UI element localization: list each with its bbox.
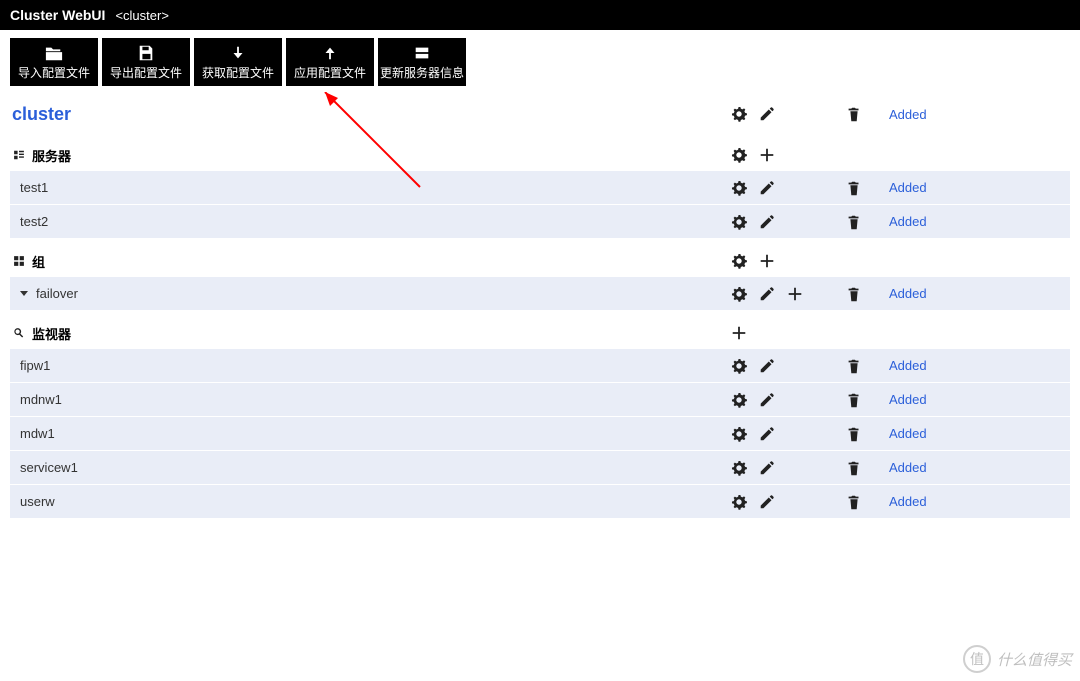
edit-icon[interactable]	[758, 493, 776, 511]
add-icon[interactable]	[786, 285, 804, 303]
monitor-name[interactable]: mdnw1	[10, 392, 730, 407]
groups-section-header: 组	[10, 246, 1070, 276]
settings-icon[interactable]	[730, 425, 748, 443]
monitors-section-header: 监视器	[10, 318, 1070, 348]
server-icon	[412, 44, 432, 62]
status-badge: Added	[889, 180, 927, 195]
edit-icon[interactable]	[758, 179, 776, 197]
settings-icon[interactable]	[730, 459, 748, 477]
status-badge: Added	[889, 107, 927, 122]
monitor-name[interactable]: servicew1	[10, 460, 730, 475]
download-icon	[228, 44, 248, 62]
edit-icon[interactable]	[758, 425, 776, 443]
monitor-name[interactable]: userw	[10, 494, 730, 509]
settings-icon[interactable]	[730, 391, 748, 409]
delete-icon[interactable]	[845, 459, 863, 477]
monitor-row: servicew1 Added	[10, 450, 1070, 484]
server-name[interactable]: test2	[10, 214, 730, 229]
cluster-breadcrumb: <cluster>	[115, 8, 168, 23]
status-badge: Added	[889, 392, 927, 407]
servers-icon	[12, 148, 26, 162]
watermark: 值 什么值得买	[963, 645, 1072, 673]
server-row: test1 Added	[10, 170, 1070, 204]
monitor-row: fipw1 Added	[10, 348, 1070, 382]
status-badge: Added	[889, 426, 927, 441]
status-badge: Added	[889, 460, 927, 475]
delete-icon[interactable]	[845, 285, 863, 303]
add-icon[interactable]	[730, 324, 748, 342]
add-icon[interactable]	[758, 252, 776, 270]
import-config-button[interactable]: 导入配置文件	[10, 38, 98, 86]
delete-icon[interactable]	[845, 357, 863, 375]
monitor-name[interactable]: fipw1	[10, 358, 730, 373]
delete-icon[interactable]	[845, 105, 863, 123]
settings-icon[interactable]	[730, 213, 748, 231]
add-icon[interactable]	[758, 146, 776, 164]
delete-icon[interactable]	[845, 179, 863, 197]
watermark-icon: 值	[963, 645, 991, 673]
group-name[interactable]: failover	[10, 286, 730, 301]
settings-icon[interactable]	[730, 105, 748, 123]
server-name[interactable]: test1	[10, 180, 730, 195]
cluster-name[interactable]: cluster	[10, 104, 730, 125]
settings-icon[interactable]	[730, 357, 748, 375]
status-badge: Added	[889, 214, 927, 229]
apply-config-button[interactable]: 应用配置文件	[286, 38, 374, 86]
monitor-row: mdnw1 Added	[10, 382, 1070, 416]
chevron-down-icon[interactable]	[20, 291, 28, 296]
status-badge: Added	[889, 286, 927, 301]
app-title: Cluster WebUI	[10, 7, 105, 23]
settings-icon[interactable]	[730, 252, 748, 270]
group-row: failover Added	[10, 276, 1070, 310]
settings-icon[interactable]	[730, 493, 748, 511]
edit-icon[interactable]	[758, 285, 776, 303]
edit-icon[interactable]	[758, 459, 776, 477]
servers-section-header: 服务器	[10, 140, 1070, 170]
app-header: Cluster WebUI <cluster>	[0, 0, 1080, 30]
export-config-button[interactable]: 导出配置文件	[102, 38, 190, 86]
settings-icon[interactable]	[730, 146, 748, 164]
delete-icon[interactable]	[845, 425, 863, 443]
settings-icon[interactable]	[730, 179, 748, 197]
status-badge: Added	[889, 494, 927, 509]
save-icon	[136, 44, 156, 62]
monitor-row: mdw1 Added	[10, 416, 1070, 450]
update-server-info-button[interactable]: 更新服务器信息	[378, 38, 466, 86]
get-config-button[interactable]: 获取配置文件	[194, 38, 282, 86]
delete-icon[interactable]	[845, 493, 863, 511]
cluster-row: cluster Added	[10, 96, 1070, 132]
content-area: cluster Added 服务器 test1 Added	[0, 92, 1080, 518]
delete-icon[interactable]	[845, 391, 863, 409]
delete-icon[interactable]	[845, 213, 863, 231]
edit-icon[interactable]	[758, 105, 776, 123]
groups-icon	[12, 254, 26, 268]
upload-icon	[320, 44, 340, 62]
folder-open-icon	[44, 44, 64, 62]
toolbar: 导入配置文件 导出配置文件 获取配置文件 应用配置文件 更新服务器信息	[0, 30, 1080, 92]
edit-icon[interactable]	[758, 391, 776, 409]
monitor-row: userw Added	[10, 484, 1070, 518]
monitor-name[interactable]: mdw1	[10, 426, 730, 441]
status-badge: Added	[889, 358, 927, 373]
edit-icon[interactable]	[758, 213, 776, 231]
search-icon	[12, 326, 26, 340]
settings-icon[interactable]	[730, 285, 748, 303]
edit-icon[interactable]	[758, 357, 776, 375]
server-row: test2 Added	[10, 204, 1070, 238]
